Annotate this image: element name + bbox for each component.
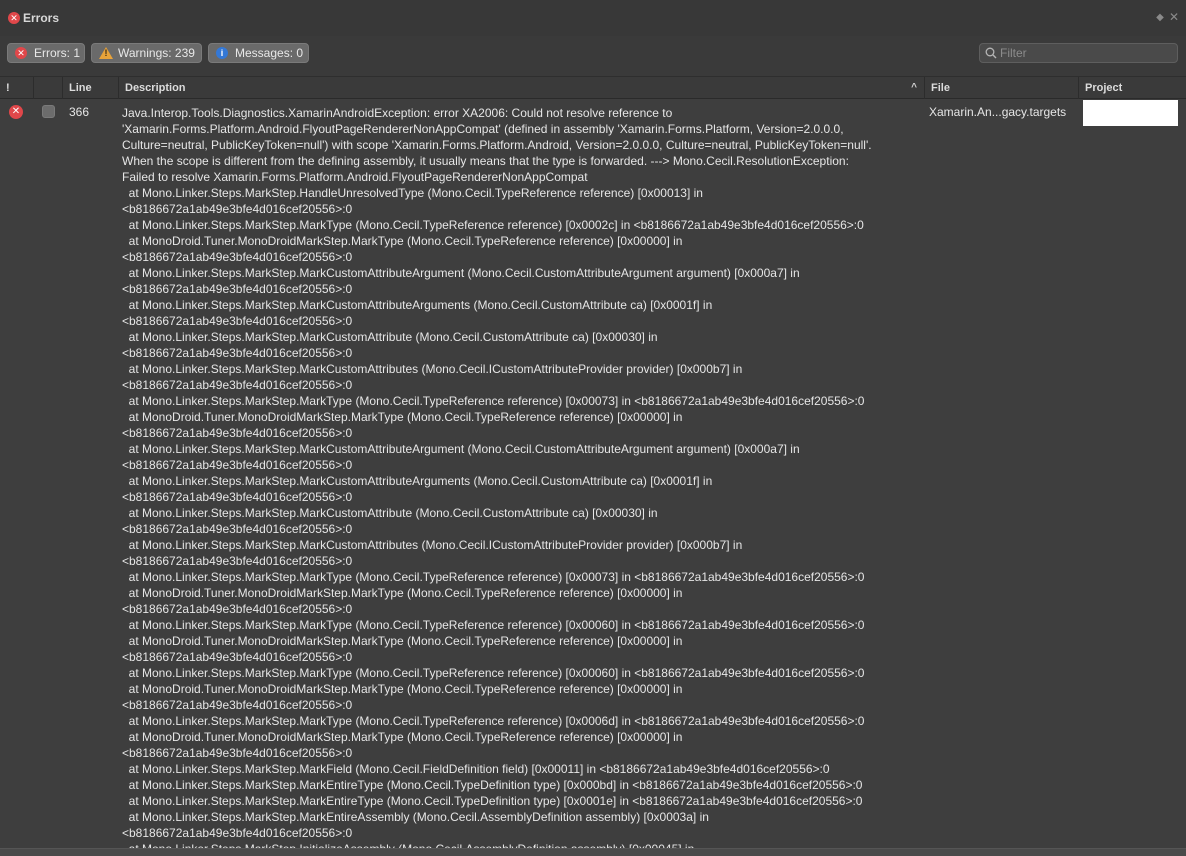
description-line: <b8186672a1ab49e3bfe4d016cef20556>:0 (122, 282, 353, 296)
description-line: at Mono.Linker.Steps.MarkStep.MarkCustom… (122, 298, 713, 312)
description-line: at Mono.Linker.Steps.MarkStep.MarkEntire… (122, 778, 863, 792)
row-checkbox[interactable] (42, 105, 55, 118)
description-line: at Mono.Linker.Steps.MarkStep.MarkCustom… (122, 506, 658, 520)
description-line: <b8186672a1ab49e3bfe4d016cef20556>:0 (122, 602, 353, 616)
description-line: <b8186672a1ab49e3bfe4d016cef20556>:0 (122, 458, 353, 472)
warnings-filter-button[interactable]: ! Warnings: 239 (91, 43, 202, 63)
column-header-severity[interactable]: ! (0, 77, 34, 99)
row-project (1083, 100, 1178, 126)
error-icon: ✕ (8, 12, 20, 24)
description-line: <b8186672a1ab49e3bfe4d016cef20556>:0 (122, 490, 353, 504)
description-line: at Mono.Linker.Steps.MarkStep.MarkCustom… (122, 538, 743, 552)
description-line: at Mono.Linker.Steps.MarkStep.MarkType (… (122, 394, 865, 408)
column-header-description-label: Description (125, 82, 186, 94)
description-line: <b8186672a1ab49e3bfe4d016cef20556>:0 (122, 698, 353, 712)
error-icon: ✕ (9, 105, 23, 119)
row-description: Java.Interop.Tools.Diagnostics.XamarinAn… (122, 105, 922, 848)
description-line: at Mono.Linker.Steps.MarkStep.MarkEntire… (122, 794, 863, 808)
warnings-filter-label: Warnings: 239 (118, 46, 195, 60)
table-row[interactable]: ✕ 366 Java.Interop.Tools.Diagnostics.Xam… (0, 99, 1186, 848)
description-line: When the scope is different from the def… (122, 154, 849, 168)
description-line: <b8186672a1ab49e3bfe4d016cef20556>:0 (122, 346, 353, 360)
description-line: at Mono.Linker.Steps.MarkStep.MarkCustom… (122, 266, 800, 280)
error-icon: ✕ (15, 47, 27, 59)
description-line: at Mono.Linker.Steps.MarkStep.MarkCustom… (122, 330, 658, 344)
column-header-file[interactable]: File (925, 77, 1079, 99)
title-bar: ✕ Errors ◆ ✕ (0, 0, 1186, 36)
description-line: <b8186672a1ab49e3bfe4d016cef20556>:0 (122, 202, 353, 216)
description-line: at MonoDroid.Tuner.MonoDroidMarkStep.Mar… (122, 234, 683, 248)
search-icon (985, 47, 997, 59)
row-file: Xamarin.An...gacy.targets (929, 105, 1067, 119)
close-icon[interactable]: ✕ (1168, 11, 1180, 23)
errors-filter-label: Errors: 1 (34, 46, 81, 60)
description-line: <b8186672a1ab49e3bfe4d016cef20556>:0 (122, 650, 353, 664)
description-line: at Mono.Linker.Steps.MarkStep.MarkType (… (122, 570, 865, 584)
description-line: <b8186672a1ab49e3bfe4d016cef20556>:0 (122, 826, 353, 840)
description-line: <b8186672a1ab49e3bfe4d016cef20556>:0 (122, 378, 353, 392)
description-line: <b8186672a1ab49e3bfe4d016cef20556>:0 (122, 746, 353, 760)
sort-ascending-icon: ^ (911, 82, 917, 93)
info-icon: i (216, 47, 228, 59)
description-line: <b8186672a1ab49e3bfe4d016cef20556>:0 (122, 554, 353, 568)
description-line: <b8186672a1ab49e3bfe4d016cef20556>:0 (122, 250, 353, 264)
description-line: <b8186672a1ab49e3bfe4d016cef20556>:0 (122, 522, 353, 536)
description-line: at Mono.Linker.Steps.MarkStep.MarkCustom… (122, 442, 800, 456)
description-line: at Mono.Linker.Steps.MarkStep.MarkType (… (122, 666, 865, 680)
description-line: at Mono.Linker.Steps.MarkStep.MarkType (… (122, 218, 864, 232)
column-header-checkbox[interactable] (34, 77, 63, 99)
description-line: at Mono.Linker.Steps.MarkStep.MarkType (… (122, 714, 865, 728)
description-line: Culture=neutral, PublicKeyToken=null') w… (122, 138, 872, 152)
description-line: Java.Interop.Tools.Diagnostics.XamarinAn… (122, 106, 673, 120)
description-line: <b8186672a1ab49e3bfe4d016cef20556>:0 (122, 426, 353, 440)
description-line: Failed to resolve Xamarin.Forms.Platform… (122, 170, 588, 184)
pin-icon[interactable]: ◆ (1154, 12, 1166, 24)
description-line: at Mono.Linker.Steps.MarkStep.MarkCustom… (122, 362, 743, 376)
filter-search-box[interactable] (979, 43, 1178, 63)
warning-exclamation: ! (104, 48, 108, 58)
description-line: at Mono.Linker.Steps.MarkStep.HandleUnre… (122, 186, 703, 200)
table-header: ! Line Description ^ File Project (0, 76, 1186, 99)
window-title: Errors (23, 11, 60, 25)
description-line: at Mono.Linker.Steps.MarkStep.MarkCustom… (122, 474, 713, 488)
description-line: <b8186672a1ab49e3bfe4d016cef20556>:0 (122, 314, 353, 328)
description-line: at MonoDroid.Tuner.MonoDroidMarkStep.Mar… (122, 634, 683, 648)
column-header-line[interactable]: Line (63, 77, 119, 99)
description-line: at MonoDroid.Tuner.MonoDroidMarkStep.Mar… (122, 410, 683, 424)
description-line: at Mono.Linker.Steps.MarkStep.MarkType (… (122, 618, 865, 632)
errors-filter-button[interactable]: ✕ Errors: 1 (7, 43, 85, 63)
column-header-project[interactable]: Project (1079, 77, 1186, 99)
bottom-edge (0, 848, 1186, 856)
description-line: at MonoDroid.Tuner.MonoDroidMarkStep.Mar… (122, 730, 683, 744)
description-line: at MonoDroid.Tuner.MonoDroidMarkStep.Mar… (122, 682, 683, 696)
row-line-number: 366 (69, 105, 90, 119)
description-line: at Mono.Linker.Steps.MarkStep.MarkField … (122, 762, 830, 776)
description-line: 'Xamarin.Forms.Platform.Android.FlyoutPa… (122, 122, 844, 136)
column-header-description[interactable]: Description ^ (119, 77, 925, 99)
errors-window: ✕ Errors ◆ ✕ ✕ Errors: 1 ! Warnings: 239… (0, 0, 1186, 856)
description-line: at MonoDroid.Tuner.MonoDroidMarkStep.Mar… (122, 586, 683, 600)
messages-filter-button[interactable]: i Messages: 0 (208, 43, 309, 63)
filter-input[interactable] (1000, 45, 1172, 61)
filter-toolbar: ✕ Errors: 1 ! Warnings: 239 i Messages: … (0, 36, 1186, 76)
description-line: at Mono.Linker.Steps.MarkStep.MarkEntire… (122, 810, 709, 824)
messages-filter-label: Messages: 0 (235, 46, 304, 60)
